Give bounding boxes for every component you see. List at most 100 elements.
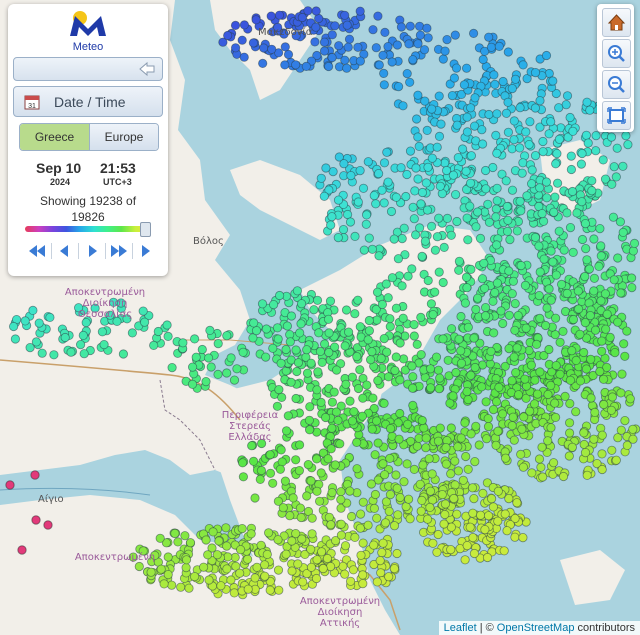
earthquake-marker[interactable] [407,361,417,371]
earthquake-marker[interactable] [318,563,328,574]
earthquake-marker[interactable] [498,76,508,87]
earthquake-marker[interactable] [480,165,491,176]
earthquake-marker[interactable] [20,316,30,326]
earthquake-marker[interactable] [302,345,312,355]
earthquake-marker[interactable] [397,281,407,291]
earthquake-marker[interactable] [493,516,503,526]
earthquake-marker[interactable] [491,397,502,407]
earthquake-marker[interactable] [191,352,201,362]
earthquake-marker[interactable] [367,424,377,434]
earthquake-marker[interactable] [362,380,372,390]
earthquake-marker[interactable] [486,494,497,504]
earthquake-marker[interactable] [436,119,446,129]
earthquake-marker[interactable] [275,464,285,474]
earthquake-marker[interactable] [383,293,393,303]
earthquake-marker[interactable] [541,177,552,187]
earthquake-marker[interactable] [535,267,545,277]
earthquake-marker[interactable] [448,170,458,180]
earthquake-marker[interactable] [340,10,350,20]
earthquake-marker[interactable] [515,143,525,153]
earthquake-marker[interactable] [504,343,514,354]
earthquake-marker[interactable] [5,480,15,490]
earthquake-marker[interactable] [440,509,450,520]
earthquake-marker[interactable] [276,445,286,455]
earthquake-marker[interactable] [384,506,394,516]
earthquake-marker[interactable] [492,109,502,119]
earthquake-marker[interactable] [226,575,236,585]
earthquake-marker[interactable] [538,472,548,482]
earthquake-marker[interactable] [535,183,545,193]
earthquake-marker[interactable] [577,148,587,159]
earthquake-marker[interactable] [291,455,301,465]
earthquake-marker[interactable] [263,528,274,538]
earthquake-marker[interactable] [623,140,633,150]
earthquake-marker[interactable] [582,97,592,107]
earthquake-marker[interactable] [618,227,628,237]
earthquake-marker[interactable] [613,253,623,263]
earthquake-marker[interactable] [316,173,326,183]
earthquake-marker[interactable] [402,459,412,469]
earthquake-marker[interactable] [456,311,466,322]
earthquake-marker[interactable] [492,196,502,206]
zoom-in-button[interactable] [602,39,631,68]
earthquake-marker[interactable] [595,366,605,377]
earthquake-marker[interactable] [173,537,183,547]
earthquake-marker[interactable] [446,230,456,240]
earthquake-marker[interactable] [243,554,253,564]
earthquake-marker[interactable] [250,573,260,583]
earthquake-marker[interactable] [518,462,529,472]
earthquake-marker[interactable] [353,295,363,305]
earthquake-marker[interactable] [469,333,479,343]
earthquake-marker[interactable] [405,514,415,524]
earthquake-marker[interactable] [222,368,232,378]
earthquake-marker[interactable] [345,396,355,406]
earthquake-marker[interactable] [580,219,591,229]
earthquake-marker[interactable] [501,108,511,118]
earthquake-marker[interactable] [309,305,319,315]
earthquake-marker[interactable] [347,416,357,426]
earthquake-marker[interactable] [256,540,266,550]
earthquake-marker[interactable] [356,550,366,560]
earthquake-marker[interactable] [428,538,438,548]
earthquake-marker[interactable] [187,379,198,389]
earthquake-marker[interactable] [619,339,629,349]
earthquake-marker[interactable] [513,390,524,400]
earthquake-marker[interactable] [251,15,261,25]
earthquake-marker[interactable] [363,335,373,345]
earthquake-marker[interactable] [560,391,570,401]
earthquake-marker[interactable] [568,314,579,325]
earthquake-marker[interactable] [395,375,405,385]
earthquake-marker[interactable] [374,60,384,70]
earthquake-marker[interactable] [441,459,451,469]
earthquake-marker[interactable] [530,68,541,78]
earthquake-marker[interactable] [293,358,303,368]
earthquake-marker[interactable] [251,325,262,336]
earthquake-marker[interactable] [502,526,512,536]
earthquake-marker[interactable] [449,493,459,504]
earthquake-marker[interactable] [417,495,427,505]
earthquake-marker[interactable] [222,541,232,551]
earthquake-marker[interactable] [538,136,548,147]
earthquake-marker[interactable] [408,202,418,212]
earthquake-marker[interactable] [568,247,578,257]
earthquake-marker[interactable] [483,199,493,209]
earthquake-marker[interactable] [358,497,368,507]
earthquake-marker[interactable] [618,161,628,171]
earthquake-marker[interactable] [212,550,222,560]
earthquake-marker[interactable] [597,430,607,440]
earthquake-marker[interactable] [402,169,412,180]
earthquake-marker[interactable] [352,351,362,362]
earthquake-marker[interactable] [257,299,268,309]
earthquake-marker[interactable] [324,347,334,358]
earthquake-marker[interactable] [558,326,568,336]
earthquake-marker[interactable] [286,311,297,321]
earthquake-marker[interactable] [34,318,44,328]
earthquake-marker[interactable] [190,571,200,582]
earthquake-marker[interactable] [265,585,275,595]
earthquake-marker[interactable] [369,540,379,550]
earthquake-marker[interactable] [345,486,355,496]
earthquake-marker[interactable] [325,296,336,306]
earthquake-marker[interactable] [297,12,307,23]
earthquake-marker[interactable] [297,534,307,544]
earthquake-marker[interactable] [551,360,561,371]
